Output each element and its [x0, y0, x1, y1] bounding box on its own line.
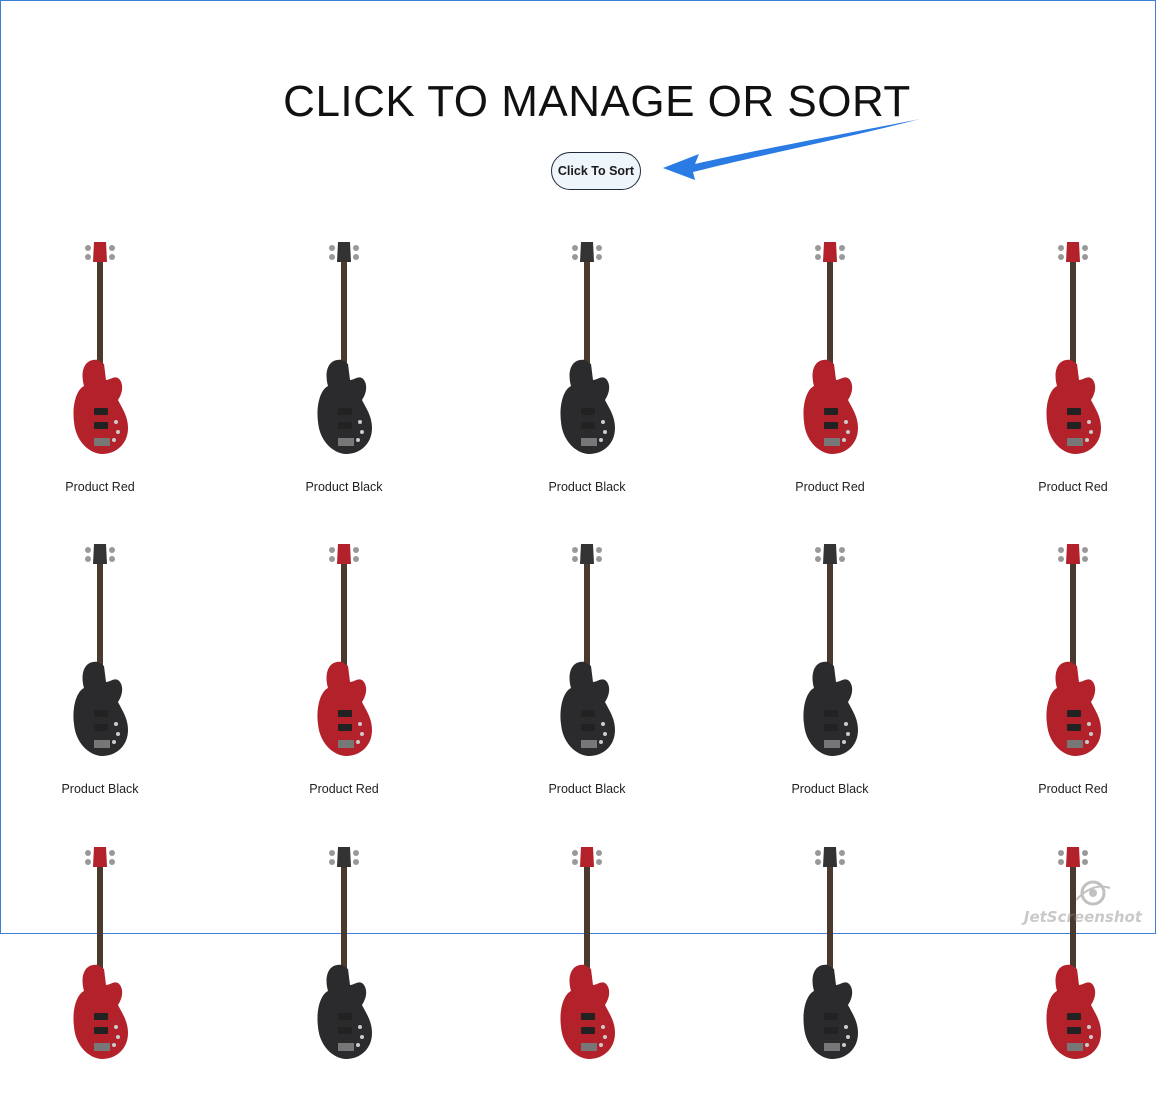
jetscreenshot-logo-icon [1075, 880, 1111, 906]
bass-guitar-image [803, 847, 858, 1059]
product-card[interactable]: Product Black [487, 542, 687, 812]
bass-guitar-image [560, 544, 615, 756]
product-card[interactable]: Product Black [487, 240, 687, 510]
bass-guitar-image [73, 544, 128, 756]
product-name: Product Red [1038, 480, 1108, 494]
watermark-text: JetScreenshot [1023, 908, 1142, 926]
product-card[interactable] [730, 845, 930, 1115]
watermark: JetScreenshot [1024, 878, 1148, 930]
bass-guitar-image [1046, 242, 1101, 454]
product-name: Product Black [548, 480, 626, 494]
product-card[interactable]: Product Red [973, 240, 1156, 510]
bass-guitar-image [73, 847, 128, 1059]
product-card[interactable]: Product Red [973, 542, 1156, 812]
product-name: Product Red [65, 480, 135, 494]
product-name: Product Black [305, 480, 383, 494]
product-card[interactable] [487, 845, 687, 1115]
product-name: Product Red [309, 782, 379, 796]
bass-guitar-image [803, 544, 858, 756]
bass-guitar-image [803, 242, 858, 454]
bass-guitar-image [317, 544, 372, 756]
product-name: Product Red [1038, 782, 1108, 796]
product-name: Product Black [548, 782, 626, 796]
bass-guitar-image [560, 242, 615, 454]
bass-guitar-image [73, 242, 128, 454]
product-grid: Product Red Product Black Product Black Pro… [0, 0, 1156, 1059]
product-name: Product Red [795, 480, 865, 494]
product-card[interactable]: Product Red [730, 240, 930, 510]
product-card[interactable]: Product Black [244, 240, 444, 510]
bass-guitar-image [560, 847, 615, 1059]
bass-guitar-image [317, 847, 372, 1059]
product-card[interactable]: Product Black [730, 542, 930, 812]
product-name: Product Black [791, 782, 869, 796]
product-name: Product Black [61, 782, 139, 796]
bass-guitar-image [1046, 544, 1101, 756]
product-card[interactable] [0, 845, 200, 1115]
product-card[interactable]: Product Red [244, 542, 444, 812]
product-card[interactable]: Product Red [0, 240, 200, 510]
bass-guitar-image [317, 242, 372, 454]
product-card[interactable] [244, 845, 444, 1115]
product-card[interactable]: Product Black [0, 542, 200, 812]
